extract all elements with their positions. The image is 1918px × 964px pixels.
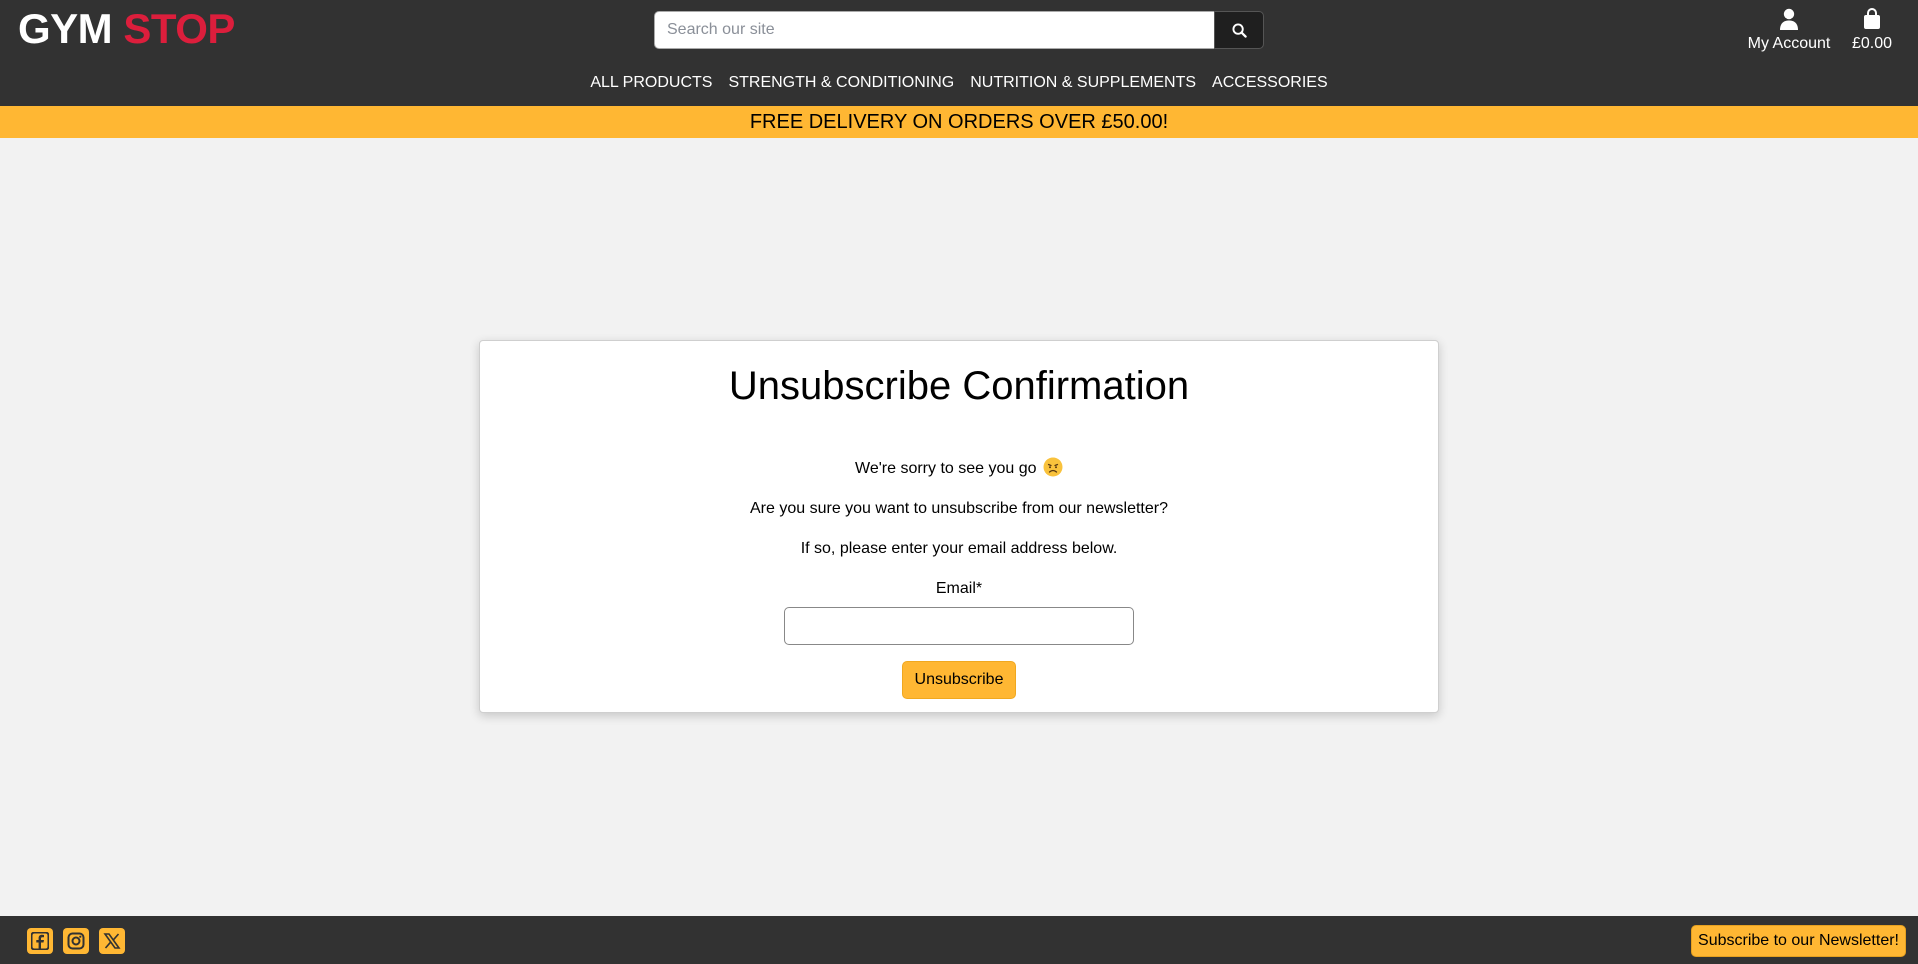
shopping-bag-link[interactable]: £0.00 <box>1848 8 1896 54</box>
my-account-link[interactable]: My Account <box>1745 8 1833 54</box>
user-icon <box>1780 8 1798 30</box>
x-glyph <box>103 933 121 949</box>
disappointed-face-icon <box>1043 457 1063 477</box>
shopping-bag-icon <box>1864 8 1880 29</box>
main-nav: ALL PRODUCTS STRENGTH & CONDITIONING NUT… <box>0 72 1918 94</box>
delivery-banner-text: FREE DELIVERY ON ORDERS OVER £50.00! <box>749 111 1169 133</box>
logo-stop-text: STOP <box>123 5 235 52</box>
unsubscribe-card: Unsubscribe Confirmation We're sorry to … <box>479 340 1439 713</box>
nav-all-products[interactable]: ALL PRODUCTS <box>582 72 720 94</box>
page-title: Unsubscribe Confirmation <box>728 364 1190 408</box>
sorry-text: We're sorry to see you go <box>855 460 1037 477</box>
instruction-text: If so, please enter your email address b… <box>800 540 1118 557</box>
search-button[interactable] <box>1214 11 1264 49</box>
search-bar <box>654 11 1264 49</box>
nav-nutrition-supplements[interactable]: NUTRITION & SUPPLEMENTS <box>962 72 1204 94</box>
instagram-glyph <box>67 932 85 950</box>
nav-strength-conditioning[interactable]: STRENGTH & CONDITIONING <box>720 72 962 94</box>
logo-gym-text: GYM <box>18 5 113 52</box>
search-input[interactable] <box>654 11 1214 49</box>
site-header: GYM STOP My Account £0.00 <box>0 0 1918 106</box>
newsletter-subscribe-button[interactable]: Subscribe to our Newsletter! <box>1691 925 1906 957</box>
unsubscribe-button[interactable]: Unsubscribe <box>901 661 1017 699</box>
confirm-question: Are you sure you want to unsubscribe fro… <box>750 500 1168 517</box>
social-links <box>27 928 125 954</box>
facebook-glyph <box>31 932 49 950</box>
my-account-label: My Account <box>1747 35 1831 52</box>
x-twitter-icon[interactable] <box>99 928 125 954</box>
email-label: Email* <box>935 580 983 597</box>
bag-total: £0.00 <box>1851 35 1893 52</box>
site-footer: Subscribe to our Newsletter! <box>0 916 1918 964</box>
facebook-icon[interactable] <box>27 928 53 954</box>
sorry-message: We're sorry to see you go <box>480 457 1438 479</box>
email-field[interactable] <box>784 607 1134 645</box>
instagram-icon[interactable] <box>63 928 89 954</box>
nav-accessories[interactable]: ACCESSORIES <box>1204 72 1336 94</box>
search-icon <box>1231 22 1247 38</box>
site-logo[interactable]: GYM STOP <box>18 6 235 52</box>
delivery-banner: FREE DELIVERY ON ORDERS OVER £50.00! <box>0 106 1918 138</box>
